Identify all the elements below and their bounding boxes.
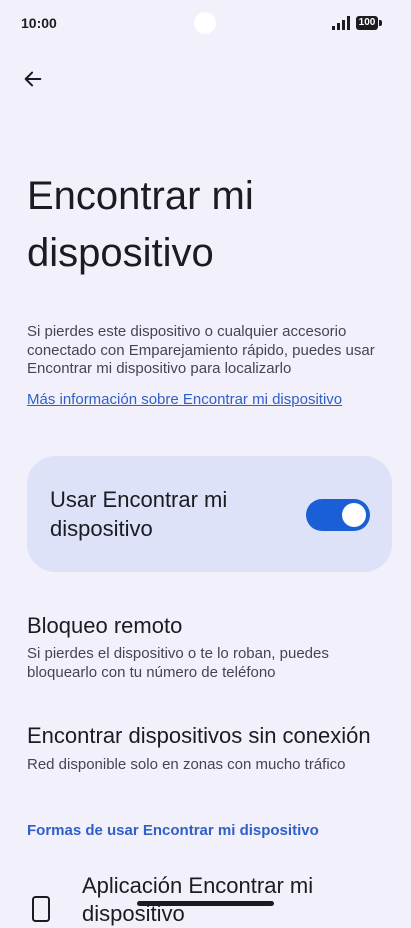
phone-icon xyxy=(32,896,50,922)
more-info-link[interactable]: Más información sobre Encontrar mi dispo… xyxy=(27,391,342,408)
use-find-my-device-toggle-card[interactable]: Usar Encontrar mi dispositivo xyxy=(27,456,392,572)
front-camera-cutout xyxy=(194,12,216,34)
offline-find-setting[interactable]: Encontrar dispositivos sin conexión Red … xyxy=(27,722,397,774)
remote-lock-setting[interactable]: Bloqueo remoto Si pierdes el dispositivo… xyxy=(27,612,397,682)
ways-section-header: Formas de usar Encontrar mi dispositivo xyxy=(27,822,319,839)
status-bar: 10:00 100 xyxy=(0,0,411,46)
arrow-left-icon xyxy=(24,71,42,87)
offline-find-summary: Red disponible solo en zonas con mucho t… xyxy=(27,756,346,773)
description-text: Si pierdes este dispositivo o cualquier … xyxy=(27,323,375,377)
use-find-my-device-switch[interactable] xyxy=(306,499,370,531)
switch-thumb xyxy=(342,503,366,527)
page-title: Encontrar mi dispositivo xyxy=(27,174,254,275)
find-my-device-app-item[interactable]: Aplicación Encontrar mi dispositivo xyxy=(0,870,411,926)
offline-find-title: Encontrar dispositivos sin conexión xyxy=(27,723,371,748)
remote-lock-summary: Si pierdes el dispositivo o te lo roban,… xyxy=(27,645,329,681)
back-button[interactable] xyxy=(16,62,50,96)
battery-icon: 100 xyxy=(356,16,382,30)
battery-level: 100 xyxy=(358,17,376,28)
gesture-navigation-bar[interactable] xyxy=(137,901,274,906)
remote-lock-title: Bloqueo remoto xyxy=(27,613,183,638)
status-time: 10:00 xyxy=(21,15,57,31)
signal-icon xyxy=(332,16,350,30)
use-find-my-device-label: Usar Encontrar mi dispositivo xyxy=(50,487,228,541)
find-my-device-app-title: Aplicación Encontrar mi dispositivo xyxy=(82,873,314,926)
